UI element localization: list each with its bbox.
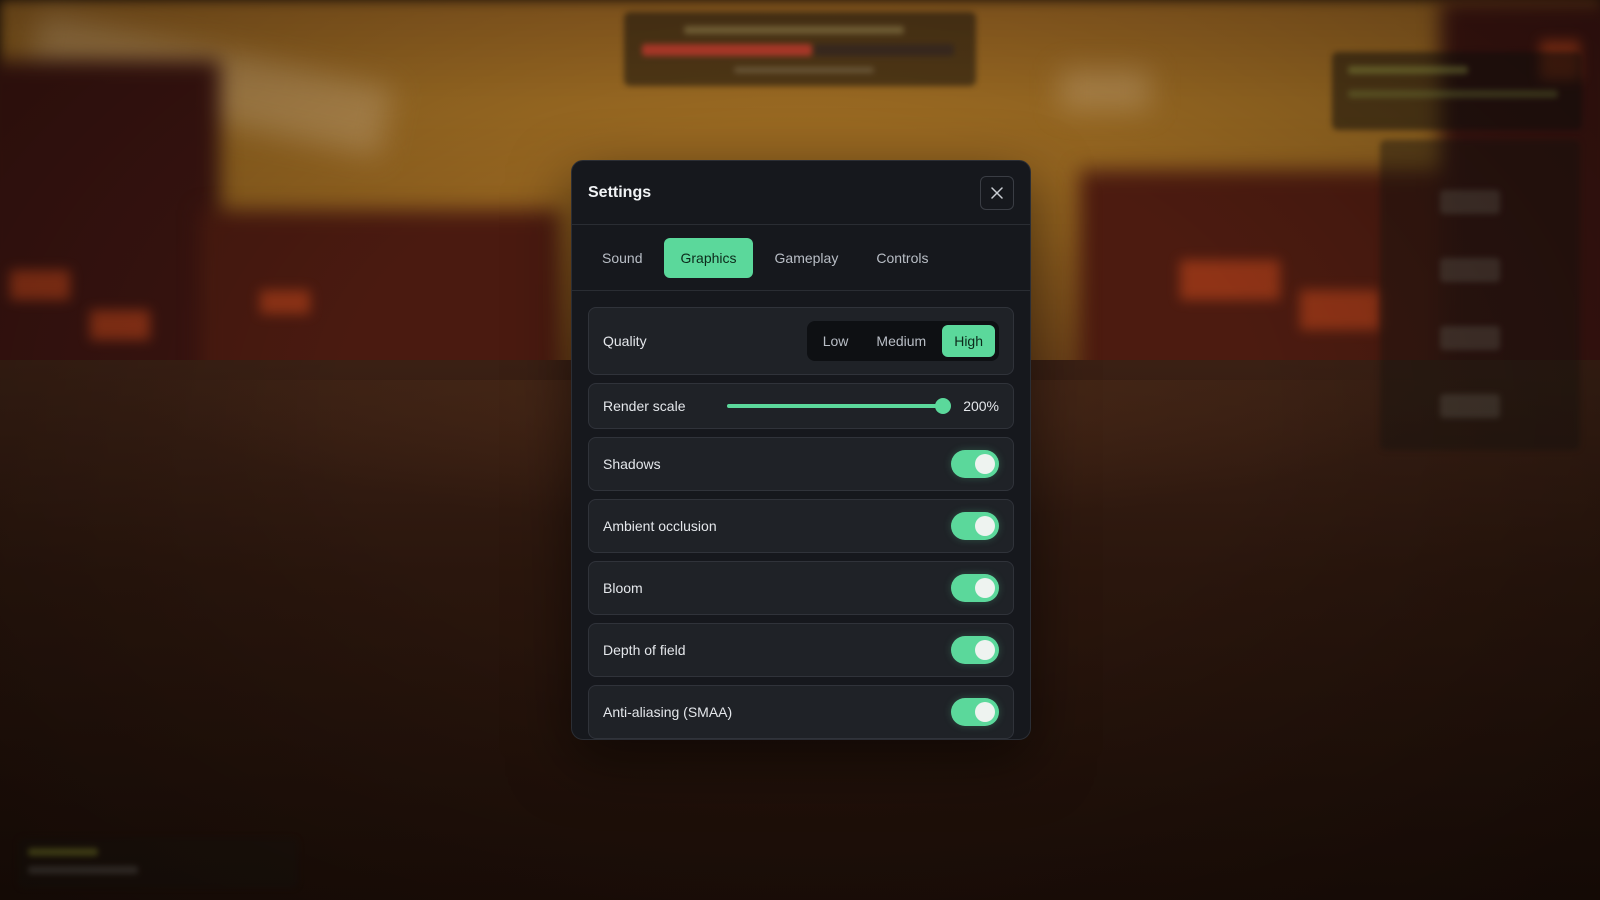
ambient-occlusion-row: Ambient occlusion: [588, 499, 1014, 553]
toggle-knob: [975, 516, 995, 536]
tab-graphics[interactable]: Graphics: [664, 237, 753, 278]
depth-of-field-label: Depth of field: [603, 642, 686, 658]
shadows-toggle[interactable]: [951, 450, 999, 478]
bloom-toggle[interactable]: [951, 574, 999, 602]
shadows-row: Shadows: [588, 437, 1014, 491]
ambient-occlusion-label: Ambient occlusion: [603, 518, 717, 534]
close-icon: [991, 186, 1003, 199]
close-button[interactable]: [980, 175, 1014, 210]
render-scale-row: Render scale 200%: [588, 383, 1014, 429]
render-scale-slider[interactable]: [727, 398, 951, 414]
render-scale-control: 200%: [727, 398, 999, 414]
depth-of-field-row: Depth of field: [588, 623, 1014, 677]
toggle-knob: [975, 702, 995, 722]
quality-high-button[interactable]: High: [942, 325, 995, 357]
quality-low-button[interactable]: Low: [811, 325, 861, 357]
quality-label: Quality: [603, 333, 647, 349]
quality-medium-button[interactable]: Medium: [864, 325, 938, 357]
render-scale-value: 200%: [963, 398, 999, 414]
settings-modal: Settings Sound Graphics Gameplay Control…: [571, 160, 1031, 740]
shadows-label: Shadows: [603, 456, 661, 472]
tab-bar: Sound Graphics Gameplay Controls: [572, 225, 1030, 291]
anti-aliasing-row: Anti-aliasing (SMAA): [588, 685, 1014, 739]
toggle-knob: [975, 454, 995, 474]
modal-header: Settings: [572, 161, 1030, 225]
bloom-label: Bloom: [603, 580, 643, 596]
quality-selector: Low Medium High: [806, 321, 999, 361]
ambient-occlusion-toggle[interactable]: [951, 512, 999, 540]
render-scale-label: Render scale: [603, 398, 686, 414]
slider-thumb[interactable]: [935, 398, 951, 414]
anti-aliasing-label: Anti-aliasing (SMAA): [603, 704, 733, 720]
anti-aliasing-toggle[interactable]: [951, 698, 999, 726]
toggle-knob: [975, 578, 995, 598]
tab-gameplay[interactable]: Gameplay: [759, 238, 855, 278]
slider-fill: [727, 404, 943, 408]
depth-of-field-toggle[interactable]: [951, 636, 999, 664]
quality-row: Quality Low Medium High: [588, 307, 1014, 375]
tab-sound[interactable]: Sound: [586, 238, 658, 278]
graphics-settings: Quality Low Medium High Render scale 200…: [572, 291, 1030, 739]
bloom-row: Bloom: [588, 561, 1014, 615]
modal-title: Settings: [588, 183, 652, 201]
toggle-knob: [975, 640, 995, 660]
tab-controls[interactable]: Controls: [860, 238, 944, 278]
